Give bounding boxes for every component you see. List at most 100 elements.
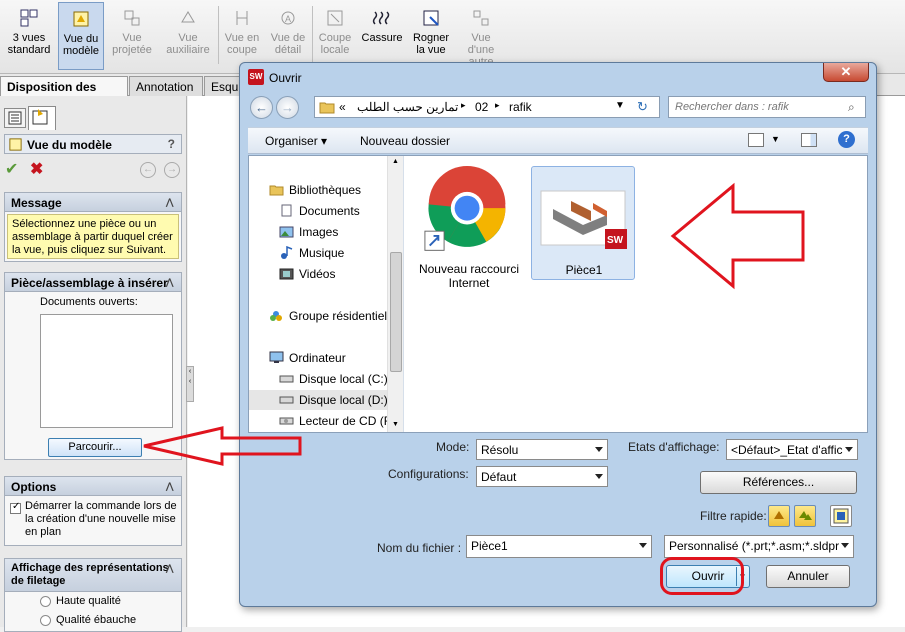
thread-header-label: Affichage des représentations de filetag… bbox=[11, 562, 169, 587]
start-command-checkbox[interactable] bbox=[10, 501, 21, 514]
chevron-down-icon bbox=[595, 447, 603, 452]
file-item-shortcut[interactable]: Nouveau raccourci Internet bbox=[417, 166, 521, 290]
crop-view-button[interactable]: Rogner la vue bbox=[408, 2, 454, 70]
alternate-position-icon bbox=[473, 10, 489, 26]
filter-drawings-button[interactable] bbox=[830, 505, 852, 527]
thread-display-header[interactable]: Affichage des représentations de filetag… bbox=[4, 558, 182, 592]
back-button[interactable]: ← bbox=[250, 96, 273, 119]
cancel-button[interactable]: Annuler bbox=[766, 565, 850, 588]
next-arrow-icon[interactable]: → bbox=[164, 162, 180, 178]
scrollbar-thumb[interactable] bbox=[390, 252, 402, 372]
file-type-select[interactable]: Personnalisé (*.prt;*.asm;*.sldpr bbox=[664, 535, 854, 558]
nav-item-documents[interactable]: Documents bbox=[279, 201, 403, 221]
annotation-arrow-browse-icon bbox=[143, 426, 302, 466]
scroll-up-icon[interactable]: ▲ bbox=[392, 158, 399, 165]
collapse-icon[interactable]: ⋀ bbox=[166, 197, 176, 207]
standard-views-button[interactable]: 3 vues standard bbox=[2, 2, 56, 70]
filter-assemblies-button[interactable] bbox=[794, 505, 816, 527]
high-quality-option[interactable]: Haute qualité bbox=[40, 595, 121, 607]
ok-check-icon[interactable]: ✔ bbox=[5, 162, 21, 178]
draft-quality-option[interactable]: Qualité ébauche bbox=[40, 614, 136, 626]
nav-item-videos[interactable]: Vidéos bbox=[279, 264, 403, 284]
model-view-button[interactable]: Vue du modèle bbox=[58, 2, 104, 70]
detail-view-button[interactable]: A Vue de détail bbox=[266, 2, 310, 70]
nav-scrollbar[interactable]: ▲ ▼ bbox=[387, 156, 403, 432]
new-folder-button[interactable]: Nouveau dossier bbox=[360, 134, 450, 148]
file-name: Nouveau raccourci Internet bbox=[418, 262, 520, 290]
collapse-icon[interactable]: ⋀ bbox=[166, 563, 176, 573]
display-states-value: <Défaut>_Etat d'affic bbox=[731, 443, 843, 457]
tab-label: Esqui bbox=[211, 80, 242, 94]
property-manager-tab[interactable] bbox=[28, 106, 56, 130]
auxiliary-view-button[interactable]: Vue auxiliaire bbox=[160, 2, 216, 70]
open-documents-list[interactable] bbox=[40, 314, 173, 428]
draft-quality-label: Qualité ébauche bbox=[56, 614, 137, 626]
collapse-icon[interactable]: ⋀ bbox=[166, 277, 176, 287]
help-icon[interactable]: ? bbox=[838, 131, 855, 148]
tab-esquisse[interactable]: Esqui bbox=[204, 76, 244, 96]
scroll-down-icon[interactable]: ▼ bbox=[392, 421, 399, 428]
nav-item-libraries[interactable]: Bibliothèques bbox=[269, 180, 403, 200]
view-options-icon[interactable] bbox=[748, 133, 764, 147]
back-arrow-icon[interactable]: ← bbox=[140, 162, 156, 178]
references-button[interactable]: Références... bbox=[700, 471, 857, 494]
breadcrumb-overflow[interactable]: « bbox=[339, 100, 346, 114]
high-quality-label: Haute qualité bbox=[56, 595, 121, 607]
breadcrumb-folder-2[interactable]: 02 bbox=[475, 100, 488, 114]
configurations-select[interactable]: Défaut bbox=[476, 466, 608, 487]
preview-pane-icon[interactable] bbox=[801, 133, 817, 147]
tab-annotation[interactable]: Annotation bbox=[129, 76, 203, 96]
breadcrumb-folder-3[interactable]: rafik bbox=[509, 100, 532, 114]
close-button[interactable]: ✕ bbox=[823, 63, 869, 82]
assembly-filter-icon bbox=[799, 511, 812, 520]
address-breadcrumb[interactable]: « تمارين حسب الطلب ▸ 02 ▸ rafik ▼ ↻ bbox=[314, 96, 660, 118]
filename-value: Pièce1 bbox=[471, 539, 508, 553]
nav-item-music[interactable]: Musique bbox=[279, 243, 403, 263]
part-header-label: Pièce/assemblage à insérer bbox=[11, 276, 168, 290]
break-icon bbox=[372, 11, 390, 25]
nav-item-drive-d[interactable]: Disque local (D:) bbox=[249, 390, 387, 410]
projected-view-button[interactable]: Vue projetée bbox=[106, 2, 158, 70]
filename-input[interactable]: Pièce1 bbox=[466, 535, 652, 558]
computer-icon bbox=[269, 351, 284, 363]
browse-button[interactable]: Parcourir... bbox=[48, 438, 142, 457]
dialog-options-area: Mode: Résolu Etats d'affichage: <Défaut>… bbox=[248, 435, 868, 600]
break-button[interactable]: Cassure bbox=[358, 2, 406, 70]
panel-splitter-handle[interactable]: ‹ ‹ bbox=[186, 366, 194, 402]
nav-item-images[interactable]: Images bbox=[279, 222, 403, 242]
chevron-down-icon[interactable]: ▼ bbox=[771, 134, 780, 144]
display-states-select[interactable]: <Défaut>_Etat d'affic bbox=[726, 439, 858, 460]
collapse-icon[interactable]: ⋀ bbox=[166, 481, 176, 491]
forward-button[interactable]: → bbox=[276, 96, 299, 119]
radio-button[interactable] bbox=[40, 595, 51, 607]
options-section-header[interactable]: Options ⋀ bbox=[4, 476, 182, 496]
chevron-down-icon[interactable]: ▼ bbox=[615, 100, 625, 111]
nav-item-computer[interactable]: Ordinateur bbox=[269, 348, 403, 368]
organize-menu[interactable]: Organiser ▾ bbox=[265, 134, 327, 148]
file-item-piece1[interactable]: SW Pièce1 bbox=[531, 166, 635, 280]
filter-parts-button[interactable] bbox=[768, 505, 790, 527]
section-view-button[interactable]: Vue en coupe bbox=[220, 2, 264, 70]
alternate-position-button[interactable]: Vue d'une autre bbox=[456, 2, 506, 70]
panel-title-bar: Vue du modèle ? bbox=[4, 134, 182, 154]
svg-text:A: A bbox=[285, 14, 291, 24]
search-input[interactable]: Rechercher dans : rafik bbox=[668, 96, 866, 118]
feature-tree-tab[interactable] bbox=[4, 108, 26, 128]
dialog-title-bar[interactable]: SW Ouvrir bbox=[244, 67, 804, 87]
nav-item-drive-c[interactable]: Disque local (C:) bbox=[279, 369, 403, 389]
broken-out-section-button[interactable]: Coupe locale bbox=[314, 2, 356, 70]
refresh-icon[interactable]: ↻ bbox=[637, 99, 648, 115]
help-icon[interactable]: ? bbox=[168, 137, 175, 151]
nav-item-homegroup[interactable]: Groupe résidentiel bbox=[269, 306, 403, 326]
message-section-header[interactable]: Message ⋀ bbox=[4, 192, 182, 212]
auxiliary-view-label: Vue auxiliaire bbox=[166, 32, 210, 56]
tab-disposition-des-vues[interactable]: Disposition des vues bbox=[0, 76, 128, 108]
file-type-value: Personnalisé (*.prt;*.asm;*.sldpr bbox=[669, 539, 840, 553]
cancel-x-icon[interactable]: ✖ bbox=[30, 162, 46, 178]
model-view-icon bbox=[9, 138, 22, 151]
breadcrumb-folder-1[interactable]: تمارين حسب الطلب bbox=[357, 100, 458, 114]
part-section-header[interactable]: Pièce/assemblage à insérer ⋀ bbox=[4, 272, 182, 292]
detail-view-icon: A bbox=[281, 11, 295, 25]
mode-select[interactable]: Résolu bbox=[476, 439, 608, 460]
radio-button[interactable] bbox=[40, 614, 51, 626]
